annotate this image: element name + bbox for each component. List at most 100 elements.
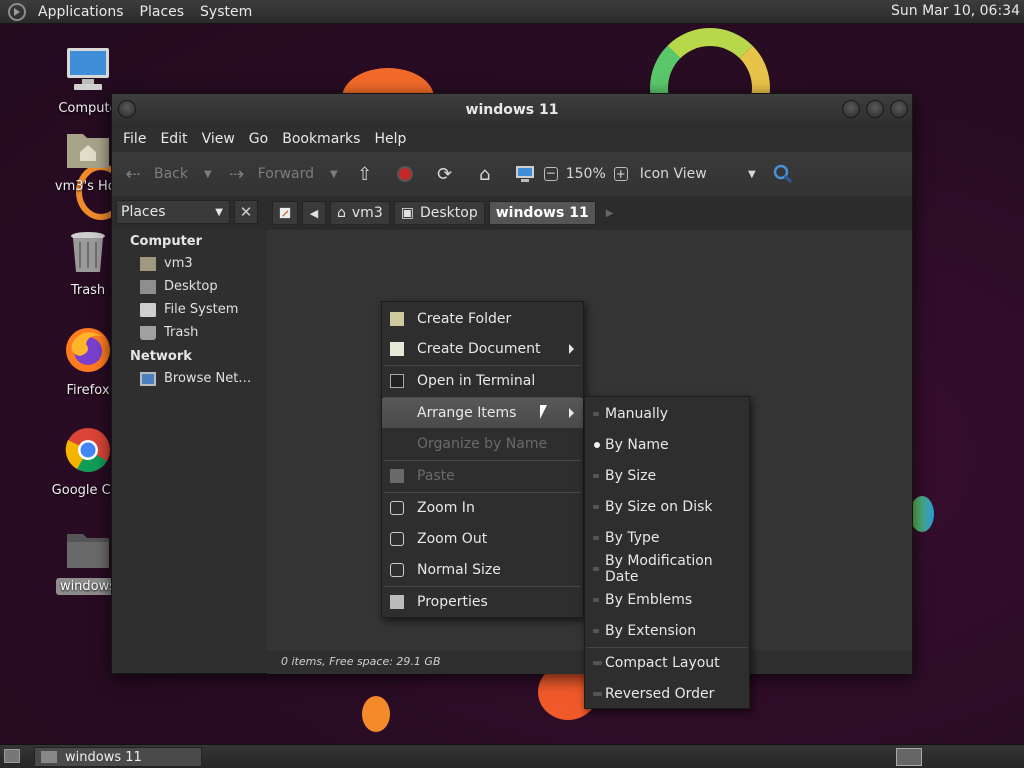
- menu-item-properties[interactable]: Properties: [382, 587, 583, 617]
- home-icon[interactable]: ⌂: [474, 163, 496, 185]
- forward-button[interactable]: ⇢ Forward ▼: [226, 163, 338, 185]
- sidebar-heading-network: Network: [130, 349, 192, 364]
- breadcrumb-desktop[interactable]: ▣ Desktop: [393, 201, 485, 225]
- menu-item-label: Organize by Name: [417, 436, 548, 452]
- back-label: Back: [154, 166, 188, 182]
- menu-help[interactable]: Help: [367, 131, 413, 147]
- menu-item-zoom-out[interactable]: Zoom Out: [382, 524, 583, 554]
- sidebar-item-file-system[interactable]: File System: [140, 302, 238, 317]
- home-icon: ⌂: [337, 205, 346, 221]
- sidebar-item-browse-network[interactable]: Browse Net…: [140, 371, 251, 386]
- menu-edit[interactable]: Edit: [153, 131, 194, 147]
- menu-item-create-folder[interactable]: Create Folder: [382, 304, 583, 334]
- clock[interactable]: Sun Mar 10, 06:34: [891, 3, 1020, 19]
- reload-icon[interactable]: ⟳: [434, 163, 456, 185]
- chrome-icon: [65, 428, 110, 472]
- breadcrumb-forward-arrow[interactable]: ▶: [606, 208, 614, 219]
- system-menu[interactable]: System: [192, 4, 260, 20]
- submenu-item-by-emblems[interactable]: By Emblems: [585, 585, 749, 615]
- submenu-item-compact-layout[interactable]: Compact Layout: [585, 648, 749, 678]
- submenu-item-by-size[interactable]: By Size: [585, 461, 749, 491]
- menu-item-normal-size[interactable]: Normal Size: [382, 555, 583, 585]
- places-menu[interactable]: Places: [132, 4, 193, 20]
- drive-icon: [140, 302, 156, 317]
- submenu-item-by-name[interactable]: By Name: [585, 430, 749, 460]
- bottom-panel: windows 11: [0, 744, 1024, 768]
- radio-unselected-icon: [593, 536, 599, 540]
- forward-history-icon[interactable]: ▼: [330, 169, 338, 180]
- stop-icon[interactable]: [394, 163, 416, 185]
- menu-bookmarks[interactable]: Bookmarks: [275, 131, 367, 147]
- menu-item-open-terminal[interactable]: Open in Terminal: [382, 366, 583, 396]
- menu-item-organize-by-name[interactable]: Organize by Name: [382, 429, 583, 459]
- top-panel: Applications Places System Sun Mar 10, 0…: [0, 0, 1024, 24]
- radio-unselected-icon: [593, 598, 599, 602]
- terminal-icon: [390, 374, 404, 388]
- menu-item-paste[interactable]: Paste: [382, 461, 583, 491]
- document-new-icon: [390, 342, 404, 356]
- submenu-item-by-extension[interactable]: By Extension: [585, 616, 749, 646]
- taskbar-item-windows-11[interactable]: windows 11: [34, 747, 202, 767]
- zoom-in-icon[interactable]: +: [613, 167, 628, 181]
- distro-logo-icon[interactable]: [8, 2, 26, 21]
- applications-menu[interactable]: Applications: [30, 4, 132, 20]
- submenu-item-manually[interactable]: Manually: [585, 399, 749, 429]
- up-arrow-icon[interactable]: ⇧: [354, 163, 376, 185]
- zoom-out-icon[interactable]: −: [543, 167, 558, 181]
- edit-pencil-icon: [279, 207, 291, 219]
- zoom-original-icon: [390, 563, 404, 577]
- submenu-item-by-modification-date[interactable]: By Modification Date: [585, 553, 749, 585]
- breadcrumb-label: Desktop: [419, 205, 478, 221]
- breadcrumb-label: windows 11: [495, 205, 589, 221]
- menu-item-label: Open in Terminal: [417, 373, 536, 389]
- back-button[interactable]: ⇠ Back ▼: [122, 163, 212, 185]
- radio-selected-icon: [594, 442, 600, 448]
- radio-unselected-icon: [593, 629, 599, 633]
- trash-icon: [140, 325, 156, 340]
- menu-item-create-document[interactable]: Create Document: [382, 334, 583, 364]
- home-folder-icon: [140, 256, 156, 271]
- computer-small-icon[interactable]: [514, 163, 536, 185]
- desktop-folder-icon: [140, 279, 156, 294]
- sidebar-item-label: Browse Net…: [164, 371, 252, 386]
- home-folder-icon: [67, 134, 109, 168]
- sidebar-selector[interactable]: Places ▼: [116, 200, 230, 224]
- back-history-icon[interactable]: ▼: [204, 169, 212, 180]
- breadcrumb-windows-11[interactable]: windows 11: [488, 201, 596, 225]
- zoom-level[interactable]: 150%: [566, 166, 606, 182]
- submenu-item-by-type[interactable]: By Type: [585, 523, 749, 553]
- breadcrumb-vm3[interactable]: ⌂ vm3: [330, 201, 390, 225]
- decor-blue-drop: [910, 496, 934, 532]
- breadcrumb-back-arrow[interactable]: ◀: [302, 201, 326, 225]
- menu-item-label: Create Document: [417, 341, 541, 357]
- menu-item-arrange-items[interactable]: Arrange Items: [382, 398, 583, 428]
- sidebar-item-trash[interactable]: Trash: [140, 325, 198, 340]
- sidebar-item-label: Trash: [164, 325, 199, 340]
- search-icon[interactable]: [772, 163, 794, 185]
- close-button[interactable]: [890, 100, 908, 118]
- workspace-switcher-icon[interactable]: [896, 748, 922, 766]
- toggle-location-entry-button[interactable]: [272, 201, 298, 225]
- sidebar-places: Computer vm3 Desktop File System Trash N…: [112, 230, 264, 650]
- folder-new-icon: [390, 312, 404, 326]
- minimize-button[interactable]: [842, 100, 860, 118]
- close-sidebar-button[interactable]: ✕: [234, 200, 258, 224]
- toolbar: ⇠ Back ▼ ⇢ Forward ▼ ⇧ ⟳ ⌂ − 150% + Icon…: [112, 152, 912, 196]
- submenu-item-reversed-order[interactable]: Reversed Order: [585, 679, 749, 709]
- menu-view[interactable]: View: [195, 131, 242, 147]
- sidebar-item-vm3[interactable]: vm3: [140, 256, 193, 271]
- maximize-button[interactable]: [866, 100, 884, 118]
- menu-go[interactable]: Go: [242, 131, 275, 147]
- sidebar-item-label: vm3: [164, 256, 193, 271]
- decor-small-drop: [362, 696, 390, 732]
- window-menu-button[interactable]: [118, 100, 136, 118]
- show-desktop-icon[interactable]: [4, 749, 20, 763]
- submenu-item-by-size-on-disk[interactable]: By Size on Disk: [585, 492, 749, 522]
- window-titlebar[interactable]: windows 11: [112, 94, 912, 126]
- menu-file[interactable]: File: [116, 131, 153, 147]
- menu-item-zoom-in[interactable]: Zoom In: [382, 493, 583, 523]
- menu-item-label: Properties: [417, 594, 488, 610]
- network-icon: [140, 371, 156, 386]
- view-mode-select[interactable]: Icon View ▼: [640, 166, 756, 182]
- sidebar-item-desktop[interactable]: Desktop: [140, 279, 218, 294]
